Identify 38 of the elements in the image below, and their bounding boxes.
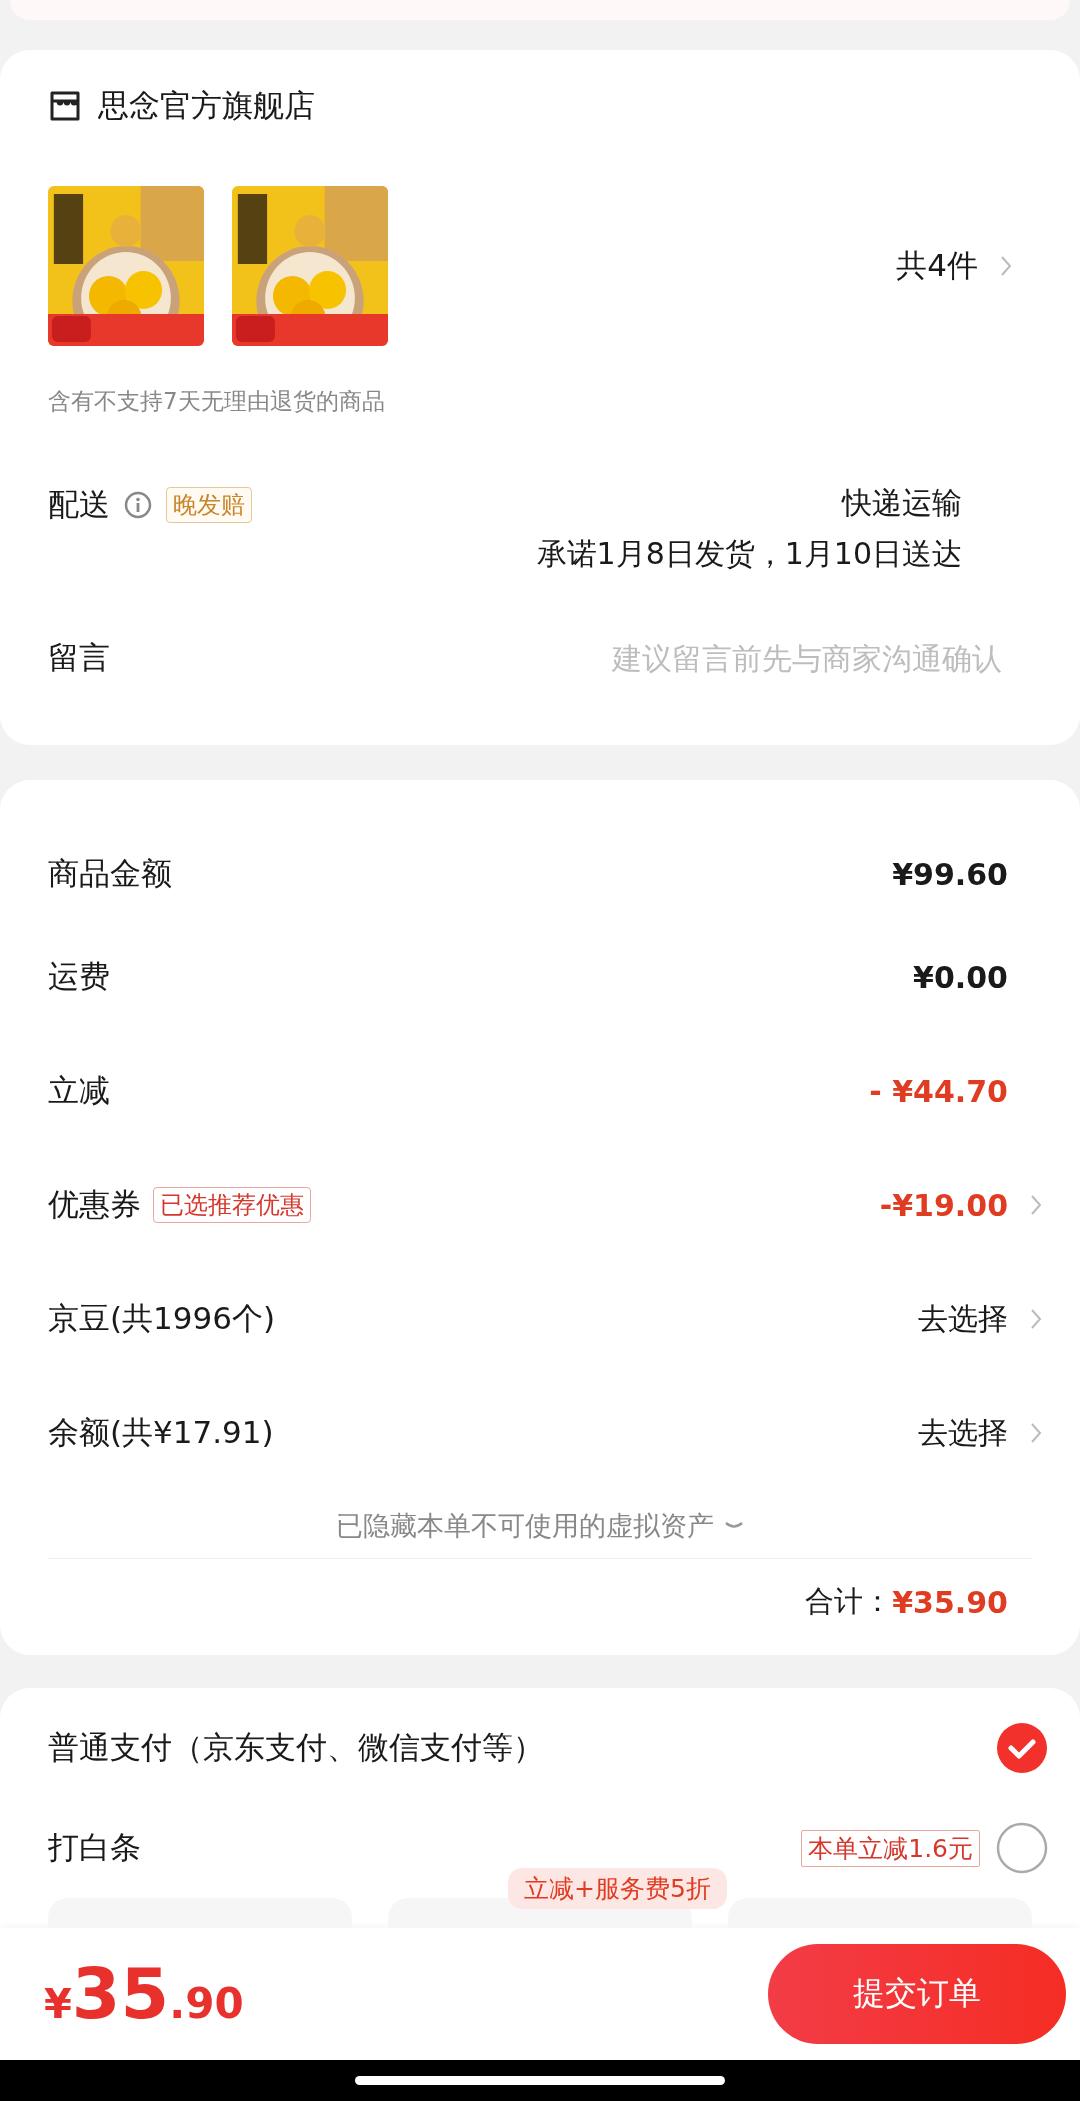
total-label: 合计： xyxy=(805,1583,893,1620)
delivery-method[interactable]: 快递运输 xyxy=(842,483,962,524)
fee-label: 运费 xyxy=(48,957,110,996)
store-icon xyxy=(48,89,82,123)
chevron-icon xyxy=(1000,255,1012,277)
discount-tag: 本单立减1.6元 xyxy=(801,1829,980,1867)
price-decimals: .90 xyxy=(169,1979,244,2028)
delivery-promise: 承诺1月8日发货，1月10日送达 xyxy=(536,535,962,573)
fee-label: 余额(共¥17.91) xyxy=(48,1413,274,1452)
submit-order-button[interactable]: 提交订单 xyxy=(768,1944,1066,2044)
total-value: ¥35.90 xyxy=(892,1584,1008,1620)
radio-unchecked-icon[interactable] xyxy=(996,1822,1048,1874)
coupon-tag: 已选推荐优惠 xyxy=(153,1187,311,1223)
payment-option[interactable]: 打白条 xyxy=(48,1827,141,1869)
fee-label: 优惠券 xyxy=(48,1185,141,1224)
hidden-assets-note[interactable]: 已隐藏本单不可使用的虚拟资产 xyxy=(336,1508,714,1544)
fee-label: 京豆(共1996个) xyxy=(48,1299,276,1338)
fee-label: 商品金额 xyxy=(48,854,172,893)
info-icon[interactable] xyxy=(124,491,152,519)
amount-value: - ¥44.70 xyxy=(869,1073,1008,1109)
choose-link[interactable]: 去选择 xyxy=(918,1298,1008,1340)
message-field[interactable]: 建议留言前先与商家沟通确认 xyxy=(482,640,1002,676)
amount-value: ¥0.00 xyxy=(913,959,1008,995)
choose-link[interactable]: 去选择 xyxy=(918,1412,1008,1454)
price-integer: 35 xyxy=(71,1953,170,2035)
amount-value: ¥99.60 xyxy=(892,856,1008,892)
payment-option[interactable]: 普通支付（京东支付、微信支付等） xyxy=(48,1727,544,1769)
delivery-label: 配送 xyxy=(48,485,110,524)
late-compensation-tag: 晚发赔 xyxy=(166,487,252,523)
return-notice: 含有不支持7天无理由退货的商品 xyxy=(48,387,386,416)
store-name: 思念官方旗舰店 xyxy=(98,86,315,125)
currency-symbol: ¥ xyxy=(44,1981,72,2027)
promo-badge: 立减+服务费5折 xyxy=(508,1868,727,1909)
radio-checked-icon[interactable] xyxy=(996,1722,1048,1774)
amount-value[interactable]: -¥19.00 xyxy=(879,1187,1008,1223)
item-count[interactable]: 共4件 xyxy=(896,245,978,287)
message-label: 留言 xyxy=(48,638,110,677)
fee-label: 立减 xyxy=(48,1071,110,1110)
